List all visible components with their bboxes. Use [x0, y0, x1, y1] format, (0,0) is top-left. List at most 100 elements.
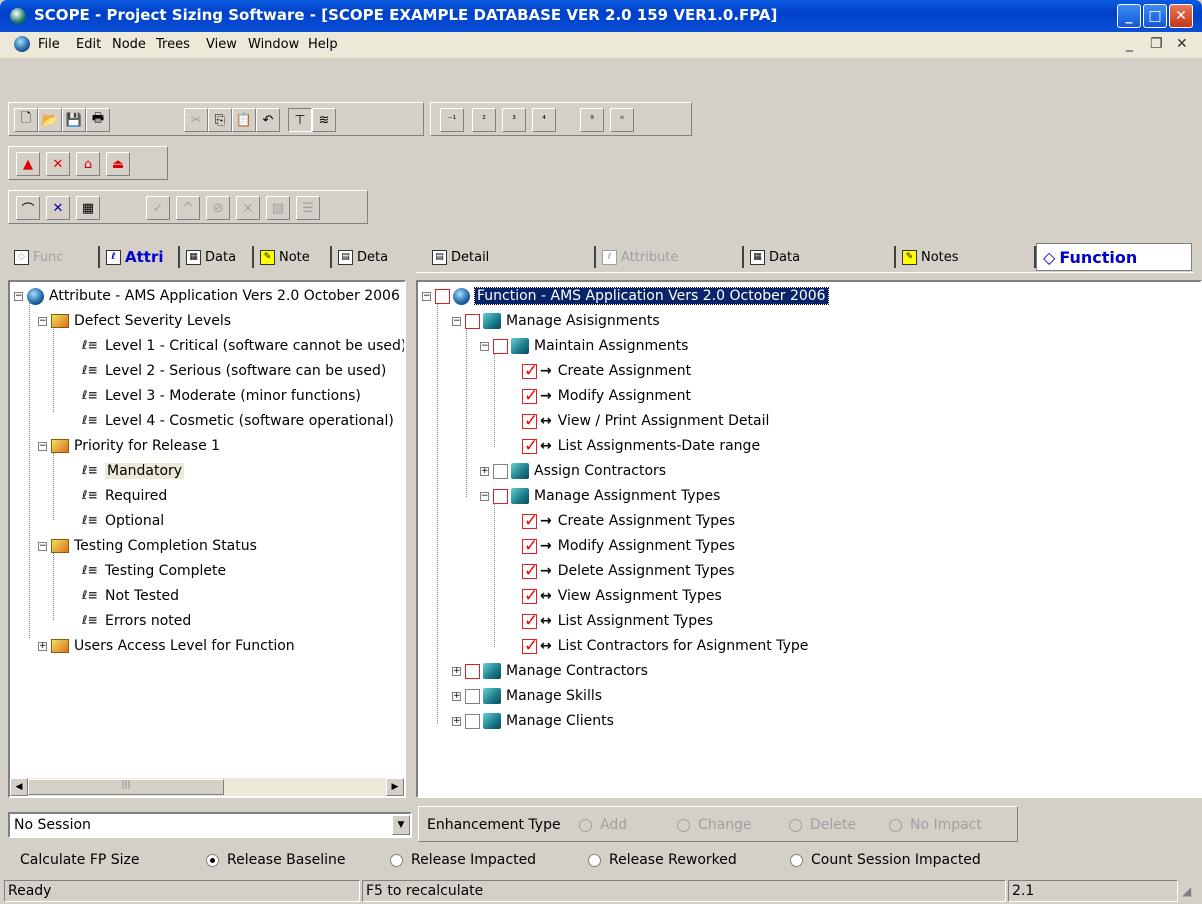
level-2-icon[interactable]: ²	[472, 108, 496, 132]
tree-node-function[interactable]: − Manage Asisignments	[452, 310, 660, 332]
promote-node-icon[interactable]: ⏏	[106, 152, 130, 176]
scroll-thumb[interactable]: |||	[28, 779, 224, 795]
scroll-left-icon[interactable]: ◀	[10, 778, 28, 796]
checkbox[interactable]	[465, 688, 480, 704]
tree-node-process[interactable]: ✓ ↔ List Assignment Types	[522, 610, 713, 632]
tab-attribute[interactable]: ℓ Attribute	[596, 243, 744, 271]
copy-icon[interactable]: ⎘	[208, 108, 232, 132]
radio-change[interactable]: Change	[677, 817, 752, 833]
checkbox[interactable]	[465, 313, 480, 329]
checkbox[interactable]	[465, 663, 480, 679]
mdi-close-icon[interactable]: ✕	[1176, 36, 1188, 52]
add-node-icon[interactable]: ▲	[16, 152, 40, 176]
mdi-restore-icon[interactable]: ❐	[1150, 36, 1163, 52]
tree-view-icon[interactable]: ⊤	[288, 108, 312, 132]
tree-node-item[interactable]: ℓ≡ Required	[82, 485, 167, 507]
tree-node-process[interactable]: ✓ → Delete Assignment Types	[522, 560, 735, 582]
radio-release-baseline[interactable]: Release Baseline	[206, 852, 346, 868]
maximize-button[interactable]: □	[1143, 4, 1167, 28]
tree-node-item[interactable]: ℓ≡ Level 1 - Critical (software cannot be…	[82, 335, 404, 357]
print-icon[interactable]: 🖶	[86, 108, 110, 132]
tab-notes[interactable]: ✎ Notes	[896, 243, 1036, 271]
tree-node-item[interactable]: ℓ≡ Level 4 - Cosmetic (software operation…	[82, 410, 394, 432]
menu-edit[interactable]: Edit	[76, 37, 101, 52]
tab-detail[interactable]: ▤ Detail	[426, 243, 596, 271]
level-view-icon[interactable]: ≋	[312, 108, 336, 132]
undo-icon[interactable]: ↶	[256, 108, 280, 132]
tab-note-left[interactable]: ✎ Note	[254, 243, 332, 271]
minimize-button[interactable]: _	[1117, 4, 1141, 28]
radio-count-session-impacted[interactable]: Count Session Impacted	[790, 852, 981, 868]
checkbox[interactable]: ✓	[522, 386, 538, 406]
tree-node-process[interactable]: ✓ ↔ List Contractors for Asignment Type	[522, 635, 808, 657]
menu-node[interactable]: Node	[112, 37, 146, 52]
menu-view[interactable]: View	[206, 37, 237, 52]
tree-node-function[interactable]: + Manage Contractors	[452, 660, 648, 682]
chevron-down-icon[interactable]: ▼	[392, 815, 410, 835]
tree-node-item[interactable]: ℓ≡ Errors noted	[82, 610, 191, 632]
delete-node-icon[interactable]: ✕	[46, 152, 70, 176]
tree-node-process[interactable]: ✓ → Create Assignment Types	[522, 510, 735, 532]
tab-function-left[interactable]: ◇ Func	[8, 243, 100, 271]
radio-release-reworked[interactable]: Release Reworked	[588, 852, 737, 868]
tree-node-item[interactable]: ℓ≡ Testing Complete	[82, 560, 226, 582]
tree-node-group[interactable]: − Testing Completion Status	[38, 535, 257, 557]
new-icon[interactable]: 🗋	[14, 108, 38, 132]
checkbox[interactable]	[493, 463, 508, 479]
paste-icon[interactable]: 📋	[232, 108, 256, 132]
menu-trees[interactable]: Trees	[156, 37, 190, 52]
tree-node-root[interactable]: − Function - AMS Application Vers 2.0 Oct…	[422, 285, 829, 307]
level-9-icon[interactable]: ⁹	[580, 108, 604, 132]
radio-delete[interactable]: Delete	[789, 817, 856, 833]
open-icon[interactable]: 📂	[38, 108, 62, 132]
checkbox[interactable]	[435, 288, 450, 304]
tree-node-function[interactable]: + Manage Skills	[452, 685, 602, 707]
save-icon[interactable]: 💾	[62, 108, 86, 132]
clear-icon[interactable]: ▧	[266, 196, 290, 220]
check-icon[interactable]: ✓	[146, 196, 170, 220]
scroll-right-icon[interactable]: ▶	[386, 778, 404, 796]
assign-icon[interactable]: ▦	[76, 196, 100, 220]
checkbox[interactable]: ✓	[522, 411, 538, 431]
tab-data-left[interactable]: ▦ Data	[180, 243, 254, 271]
tab-attribute-left[interactable]: ℓ Attri	[100, 243, 180, 271]
checkbox[interactable]	[493, 488, 508, 504]
tree-node-process[interactable]: ✓ → Modify Assignment	[522, 385, 691, 407]
checkbox[interactable]	[493, 338, 508, 354]
menu-file[interactable]: File	[38, 37, 60, 52]
tree-node-item[interactable]: ℓ≡ Level 2 - Serious (software can be use…	[82, 360, 386, 382]
radio-no-impact[interactable]: No Impact	[889, 817, 982, 833]
tree-node-function[interactable]: − Maintain Assignments	[480, 335, 688, 357]
checkbox[interactable]	[465, 713, 480, 729]
level-1-icon[interactable]: ⁻¹	[440, 108, 464, 132]
checkbox[interactable]: ✓	[522, 436, 538, 456]
cancel-icon[interactable]: ⊘	[206, 196, 230, 220]
tab-function[interactable]: ◇ Function	[1036, 243, 1192, 271]
tree-node-process[interactable]: ✓ → Create Assignment	[522, 360, 691, 382]
checkbox[interactable]: ✓	[522, 511, 538, 531]
tree-node-item[interactable]: ℓ≡ Not Tested	[82, 585, 179, 607]
link-icon[interactable]: ⌒	[16, 196, 40, 220]
tree-node-function[interactable]: + Assign Contractors	[480, 460, 666, 482]
level-4-icon[interactable]: ⁴	[532, 108, 556, 132]
menu-window[interactable]: Window	[248, 37, 299, 52]
tree-node-item[interactable]: ℓ≡ Mandatory	[82, 460, 185, 482]
checkbox[interactable]: ✓	[522, 536, 538, 556]
tree-node-group[interactable]: − Defect Severity Levels	[38, 310, 231, 332]
tree-node-item[interactable]: ℓ≡ Level 3 - Moderate (minor functions)	[82, 385, 361, 407]
menu-help[interactable]: Help	[308, 37, 338, 52]
tree-node-item[interactable]: ℓ≡ Optional	[82, 510, 164, 532]
tree-node-process[interactable]: ✓ → Modify Assignment Types	[522, 535, 735, 557]
tree-node-function[interactable]: + Manage Clients	[452, 710, 614, 732]
radio-release-impacted[interactable]: Release Impacted	[390, 852, 536, 868]
level-3-icon[interactable]: ³	[502, 108, 526, 132]
tree-node-function[interactable]: − Manage Assignment Types	[480, 485, 720, 507]
close-button[interactable]: ✕	[1169, 4, 1193, 28]
unlink-icon[interactable]: ✕	[46, 196, 70, 220]
tree-node-group[interactable]: − Priority for Release 1	[38, 435, 220, 457]
tree-node-process[interactable]: ✓ ↔ List Assignments-Date range	[522, 435, 760, 457]
checkbox[interactable]: ✓	[522, 361, 538, 381]
checkbox[interactable]: ✓	[522, 561, 538, 581]
list-icon[interactable]: ☰	[296, 196, 320, 220]
mdi-minimize-icon[interactable]: _	[1126, 36, 1133, 52]
